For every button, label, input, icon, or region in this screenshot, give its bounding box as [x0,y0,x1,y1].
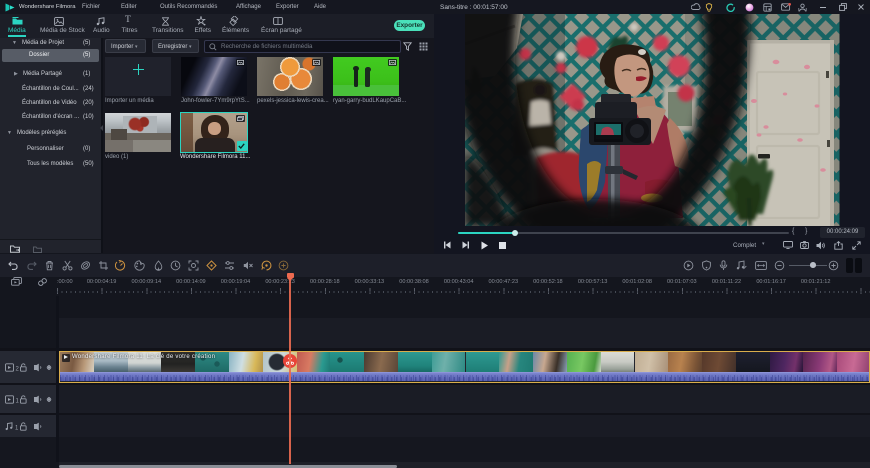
svg-text:2: 2 [16,366,20,372]
svg-text:1: 1 [15,425,19,431]
svg-text:1: 1 [16,398,20,404]
